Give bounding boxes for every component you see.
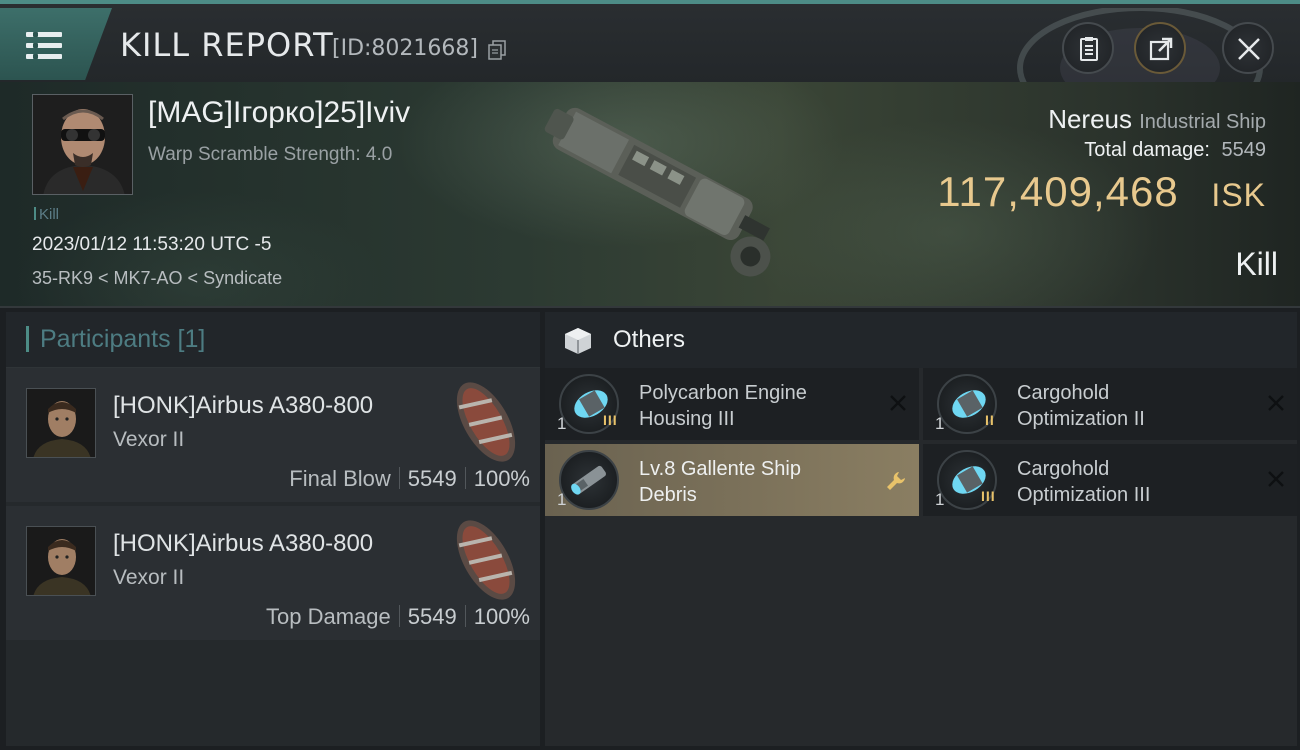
cube-icon xyxy=(565,328,591,354)
share-icon xyxy=(1149,37,1173,61)
item-name: Cargohold Optimization II xyxy=(1017,382,1145,430)
item-quantity: 1 xyxy=(935,414,945,433)
participants-title: Participants [1] xyxy=(40,325,206,353)
close-icon xyxy=(1238,38,1260,60)
title-bar: KILL REPORT [ID:8021668] xyxy=(0,0,1300,86)
menu-button[interactable] xyxy=(0,8,112,80)
item-quantity: 1 xyxy=(557,414,567,433)
item-rank: III xyxy=(603,412,618,428)
debris-icon xyxy=(559,450,619,510)
participant-stats: Final Blow 5549 100% xyxy=(289,466,530,492)
close-button[interactable] xyxy=(1222,22,1274,74)
report-log-button[interactable] xyxy=(1062,22,1114,74)
warp-scramble-strength: Warp Scramble Strength: 4.0 xyxy=(148,144,393,165)
participant-portrait[interactable] xyxy=(26,388,96,458)
victim-name: [MAG]Iгорко]25]Iviv xyxy=(148,96,411,129)
total-damage-label: Total damage: xyxy=(1084,139,1210,161)
victim-summary: [MAG]Iгорко]25]Iviv Warp Scramble Streng… xyxy=(0,82,1300,308)
close-icon[interactable] xyxy=(1267,470,1285,488)
participant-name: [HONK]Airbus A380-800 xyxy=(113,530,374,557)
ship-name[interactable]: Nereus xyxy=(1048,104,1132,134)
participant-role: Top Damage xyxy=(266,604,391,629)
copy-icon[interactable] xyxy=(488,40,506,60)
participants-panel: Participants [1] [HONK]Airbus A380-800 V… xyxy=(6,312,540,746)
participant-ship-image xyxy=(456,382,516,462)
others-title: Others xyxy=(613,326,686,353)
close-icon[interactable] xyxy=(1267,394,1285,412)
isk-unit: ISK xyxy=(1211,177,1266,213)
participant-ship-image xyxy=(456,520,516,600)
participant-ship: Vexor II xyxy=(113,566,185,589)
victim-ship-image xyxy=(544,107,771,277)
item-cargohold-optimization-iii[interactable]: III 1 Cargohold Optimization III xyxy=(923,444,1297,516)
participant-portrait[interactable] xyxy=(26,526,96,596)
participant-ship: Vexor II xyxy=(113,428,185,451)
participant-stats: Top Damage 5549 100% xyxy=(266,604,530,630)
item-name: Lv.8 Gallente Ship Debris xyxy=(639,458,801,506)
item-name: Cargohold Optimization III xyxy=(1017,458,1151,506)
share-button[interactable] xyxy=(1134,22,1186,74)
total-damage-value: 5549 xyxy=(1221,139,1267,161)
item-rank: II xyxy=(985,412,995,428)
item-polycarbon-engine-housing[interactable]: III 1 Polycarbon Engine Housing III xyxy=(545,368,919,440)
participant-damage-percent: 100% xyxy=(473,466,530,491)
others-panel: Others III 1 Polycarbon Engine Housing II… xyxy=(545,312,1297,746)
participant-damage: 5549 xyxy=(407,604,457,629)
item-gallente-ship-debris[interactable]: 1 Lv.8 Gallente Ship Debris xyxy=(545,444,919,516)
participant-damage: 5549 xyxy=(407,466,457,491)
accent-bar xyxy=(26,326,29,352)
result-label: Kill xyxy=(1235,246,1278,282)
participant-row[interactable]: [HONK]Airbus A380-800 Vexor II Final Blo… xyxy=(6,368,540,502)
report-id: [ID:8021668] xyxy=(332,36,478,61)
participant-role: Final Blow xyxy=(289,466,391,491)
item-quantity: 1 xyxy=(557,490,567,509)
clipboard-icon xyxy=(1080,37,1098,61)
kill-tag: Kill xyxy=(34,206,59,223)
others-header: Others xyxy=(545,312,1297,368)
close-icon[interactable] xyxy=(889,394,907,412)
kill-location: 35-RK9 < MK7-AO < Syndicate xyxy=(32,268,283,288)
ship-class: Industrial Ship xyxy=(1139,111,1266,133)
page-title: KILL REPORT xyxy=(120,26,334,64)
victim-portrait[interactable] xyxy=(32,94,133,195)
participant-name: [HONK]Airbus A380-800 xyxy=(113,392,374,419)
participant-row[interactable]: [HONK]Airbus A380-800 Vexor II Top Damag… xyxy=(6,506,540,640)
item-name: Polycarbon Engine Housing III xyxy=(639,382,807,430)
menu-icon xyxy=(26,32,62,60)
item-cargohold-optimization-ii[interactable]: II 1 Cargohold Optimization II xyxy=(923,368,1297,440)
wrench-icon[interactable] xyxy=(885,470,907,492)
item-quantity: 1 xyxy=(935,490,945,509)
participant-damage-percent: 100% xyxy=(473,604,530,629)
kill-time: 2023/01/12 11:53:20 UTC -5 xyxy=(32,234,272,255)
item-rank: III xyxy=(981,488,996,504)
isk-value: 117,409,468 xyxy=(937,168,1179,215)
victim-ship-info: Nereus Industrial Ship Total damage: 554… xyxy=(937,104,1266,216)
participants-header: Participants [1] xyxy=(6,312,540,368)
